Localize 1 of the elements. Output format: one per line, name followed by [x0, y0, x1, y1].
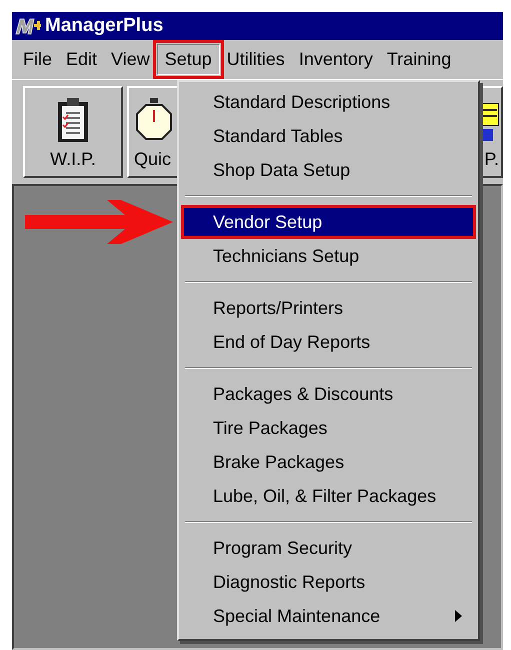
window-title: ManagerPlus: [45, 15, 164, 37]
